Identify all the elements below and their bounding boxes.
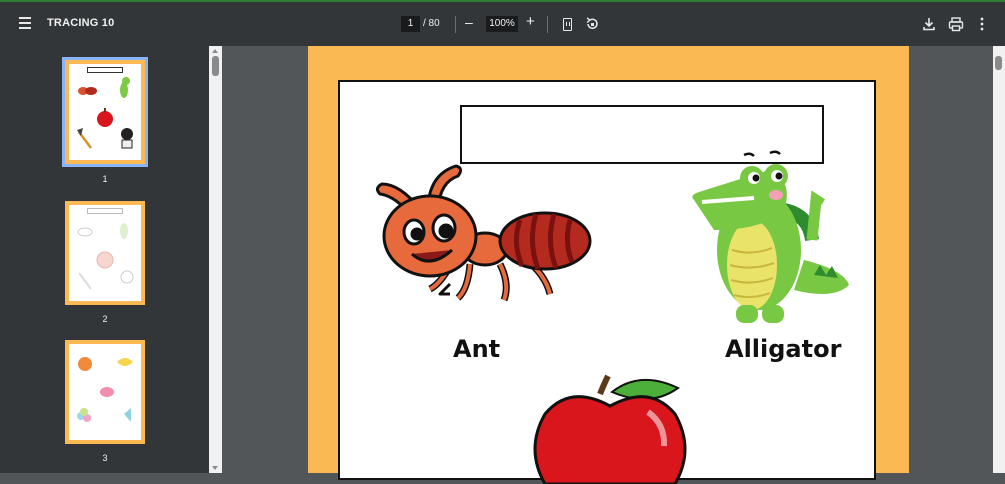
word-label-alligator: Alligator: [725, 335, 842, 363]
pdf-toolbar: TRACING 10 1 / 80 – 100% +: [0, 0, 1005, 46]
toolbar-divider: [455, 16, 456, 33]
scroll-thumb[interactable]: [995, 56, 1002, 70]
scroll-thumb[interactable]: [212, 56, 219, 76]
page-number-input[interactable]: 1: [401, 16, 420, 32]
fit-to-page-icon[interactable]: [563, 18, 572, 31]
thumbnail-page: [69, 344, 141, 440]
thumbnail-page: [69, 64, 141, 160]
main-scrollbar[interactable]: [993, 46, 1005, 473]
scroll-down-arrow[interactable]: [212, 466, 218, 470]
zoom-in-button[interactable]: +: [526, 13, 535, 30]
sidebar-scrollbar[interactable]: [209, 46, 222, 473]
rotate-icon[interactable]: [585, 17, 599, 31]
zoom-input[interactable]: 100%: [486, 16, 518, 32]
page-thumbnail[interactable]: [65, 60, 145, 164]
toolbar-divider: [547, 16, 548, 33]
thumbnail-illustrations: [77, 223, 134, 290]
thumbnail-number: 1: [102, 174, 108, 184]
download-icon[interactable]: [922, 16, 936, 32]
thumbnail-number: 3: [102, 453, 108, 463]
page-thumbnail[interactable]: [65, 201, 145, 305]
page-thumbnail[interactable]: [65, 340, 145, 444]
page-total: / 80: [423, 18, 440, 29]
word-label-ant: Ant: [453, 335, 501, 363]
menu-icon[interactable]: [14, 14, 36, 34]
thumbnail-sidebar: 1 2 3: [0, 46, 222, 473]
ant-illustration: [375, 164, 592, 302]
alligator-illustration: [692, 150, 849, 323]
page-content-frame: Ant Alligator: [338, 80, 876, 484]
document-title: TRACING 10: [47, 17, 115, 29]
apple-illustration: [533, 374, 687, 484]
scroll-up-arrow[interactable]: [212, 49, 218, 53]
thumbnail-illustrations: [77, 357, 133, 422]
thumbnail-illustrations: [77, 77, 133, 149]
print-icon[interactable]: [948, 16, 964, 32]
zoom-out-button[interactable]: –: [465, 14, 473, 30]
more-options-icon[interactable]: [978, 16, 986, 32]
thumbnail-page: [69, 205, 141, 301]
thumbnail-number: 2: [102, 314, 108, 324]
pdf-page: Ant Alligator: [308, 46, 909, 484]
